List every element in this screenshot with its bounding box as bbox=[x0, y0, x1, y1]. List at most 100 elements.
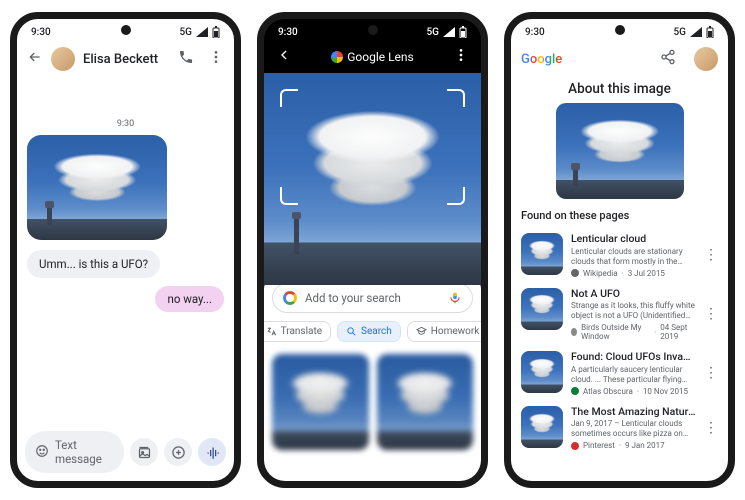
battery-icon bbox=[212, 26, 220, 38]
more-icon[interactable] bbox=[208, 49, 224, 69]
source-name: Atlas Obscura bbox=[583, 387, 633, 396]
result-thumb bbox=[521, 406, 563, 448]
share-icon[interactable] bbox=[660, 49, 676, 69]
chip-translate[interactable]: Translate bbox=[257, 321, 331, 342]
mic-icon[interactable] bbox=[448, 291, 462, 305]
status-time: 9:30 bbox=[31, 27, 51, 38]
result-desc: A particularly saucery lenticular cloud.… bbox=[571, 365, 696, 385]
signal-icon bbox=[443, 27, 455, 37]
profile-avatar[interactable] bbox=[694, 47, 718, 71]
voice-button[interactable] bbox=[198, 438, 226, 466]
chip-homework-label: Homework bbox=[431, 326, 480, 337]
camera-cutout bbox=[615, 25, 625, 35]
search-placeholder: Add to your search bbox=[305, 291, 440, 305]
source-favicon-icon bbox=[571, 328, 577, 336]
status-network: 5G bbox=[427, 27, 440, 38]
source-favicon-icon bbox=[571, 387, 579, 395]
camera-cutout bbox=[121, 25, 131, 35]
more-icon[interactable]: ⋮ bbox=[704, 306, 718, 322]
page-title: About this image bbox=[511, 81, 728, 97]
result-source: Wikipedia·3 Jul 2015 bbox=[571, 269, 696, 278]
emoji-icon[interactable] bbox=[35, 444, 49, 461]
chip-search-label: Search bbox=[361, 326, 392, 337]
result-thumb bbox=[521, 351, 563, 393]
search-input[interactable]: Add to your search bbox=[272, 283, 473, 313]
phone-lens: 9:30 5G Google Lens Add to your search bbox=[257, 12, 488, 488]
status-network: 5G bbox=[180, 27, 193, 38]
result-thumb[interactable] bbox=[272, 354, 369, 451]
hero-image[interactable] bbox=[556, 103, 684, 199]
compose-placeholder: Text message bbox=[55, 438, 114, 466]
more-icon[interactable]: ⋮ bbox=[704, 420, 718, 436]
compose-bar: Text message bbox=[17, 423, 234, 481]
result-body: Not A UFOStrange as it looks, this fluff… bbox=[571, 288, 696, 342]
contact-name[interactable]: Elisa Beckett bbox=[83, 52, 170, 67]
google-wordmark[interactable]: Google bbox=[521, 52, 562, 67]
signal-icon bbox=[196, 27, 208, 37]
result-source: Pinterest·9 Jan 2017 bbox=[571, 441, 696, 450]
result-row[interactable]: The Most Amazing Natural Phenomena on Ea… bbox=[511, 401, 728, 456]
result-body: The Most Amazing Natural Phenomena on Ea… bbox=[571, 406, 696, 451]
message-incoming[interactable]: Umm... is this a UFO? bbox=[27, 250, 160, 278]
result-body: Found: Cloud UFOs Invade Cape TownA part… bbox=[571, 351, 696, 396]
results-preview bbox=[272, 354, 473, 451]
source-date: 9 Jan 2017 bbox=[625, 441, 665, 450]
status-network: 5G bbox=[674, 27, 687, 38]
chip-search[interactable]: Search bbox=[337, 321, 401, 342]
add-button[interactable] bbox=[164, 438, 192, 466]
source-favicon-icon bbox=[571, 269, 579, 277]
source-name: Pinterest bbox=[583, 441, 615, 450]
chat-body: 9:30 Umm... is this a UFO? no way... bbox=[17, 77, 234, 423]
source-favicon-icon bbox=[571, 442, 579, 450]
result-row[interactable]: Lenticular cloudLenticular clouds are st… bbox=[511, 228, 728, 283]
result-desc: Strange as it looks, this fluffy white o… bbox=[571, 301, 696, 321]
call-icon[interactable] bbox=[178, 49, 194, 69]
back-icon[interactable] bbox=[27, 49, 43, 69]
result-thumb bbox=[521, 233, 563, 275]
results-list: Lenticular cloudLenticular clouds are st… bbox=[511, 228, 728, 455]
lens-viewport[interactable] bbox=[264, 73, 481, 285]
status-time: 9:30 bbox=[278, 27, 298, 38]
result-thumb bbox=[521, 288, 563, 330]
more-icon[interactable]: ⋮ bbox=[704, 365, 718, 381]
more-icon[interactable] bbox=[453, 47, 469, 67]
result-source: Atlas Obscura·10 Nov 2015 bbox=[571, 387, 696, 396]
result-title: The Most Amazing Natural Phenomena on Ea… bbox=[571, 406, 696, 419]
lens-results-sheet: Add to your search Translate Search Home… bbox=[264, 275, 481, 481]
status-time: 9:30 bbox=[525, 27, 545, 38]
google-logo-icon bbox=[331, 51, 343, 63]
lens-header: Google Lens bbox=[264, 41, 481, 73]
back-icon[interactable] bbox=[276, 47, 292, 67]
source-date: 3 Jul 2015 bbox=[628, 269, 665, 278]
camera-cutout bbox=[368, 25, 378, 35]
found-on-label: Found on these pages bbox=[511, 207, 728, 228]
source-name: Birds Outside My Window bbox=[581, 323, 650, 341]
result-title: Found: Cloud UFOs Invade Cape Town bbox=[571, 351, 696, 364]
message-outgoing[interactable]: no way... bbox=[155, 286, 224, 312]
chip-translate-label: Translate bbox=[281, 326, 322, 337]
chip-homework[interactable]: Homework bbox=[407, 321, 488, 342]
google-g-icon bbox=[283, 291, 297, 305]
chat-timestamp: 9:30 bbox=[27, 119, 224, 129]
result-row[interactable]: Found: Cloud UFOs Invade Cape TownA part… bbox=[511, 346, 728, 401]
phone-messages: 9:30 5G Elisa Beckett 9:30 Umm... is thi… bbox=[10, 12, 241, 488]
result-body: Lenticular cloudLenticular clouds are st… bbox=[571, 233, 696, 278]
more-icon[interactable]: ⋮ bbox=[704, 247, 718, 263]
contact-avatar[interactable] bbox=[51, 47, 75, 71]
phone-about-image: 9:30 5G Google About this image Found on… bbox=[504, 12, 735, 488]
received-image[interactable] bbox=[27, 135, 167, 240]
source-date: 10 Nov 2015 bbox=[643, 387, 688, 396]
result-source: Birds Outside My Window·04 Sept 2019 bbox=[571, 323, 696, 341]
result-title: Lenticular cloud bbox=[571, 233, 696, 246]
gallery-button[interactable] bbox=[130, 438, 158, 466]
result-title: Not A UFO bbox=[571, 288, 696, 301]
chip-row: Translate Search Homework bbox=[272, 321, 473, 342]
result-thumb[interactable] bbox=[377, 354, 474, 451]
result-desc: Jan 9, 2017 – Lenticular clouds sometime… bbox=[571, 419, 696, 439]
compose-input[interactable]: Text message bbox=[25, 431, 124, 473]
result-desc: Lenticular clouds are stationary clouds … bbox=[571, 247, 696, 267]
signal-icon bbox=[690, 27, 702, 37]
source-name: Wikipedia bbox=[583, 269, 618, 278]
result-row[interactable]: Not A UFOStrange as it looks, this fluff… bbox=[511, 283, 728, 347]
lens-title-text: Google Lens bbox=[347, 50, 414, 64]
